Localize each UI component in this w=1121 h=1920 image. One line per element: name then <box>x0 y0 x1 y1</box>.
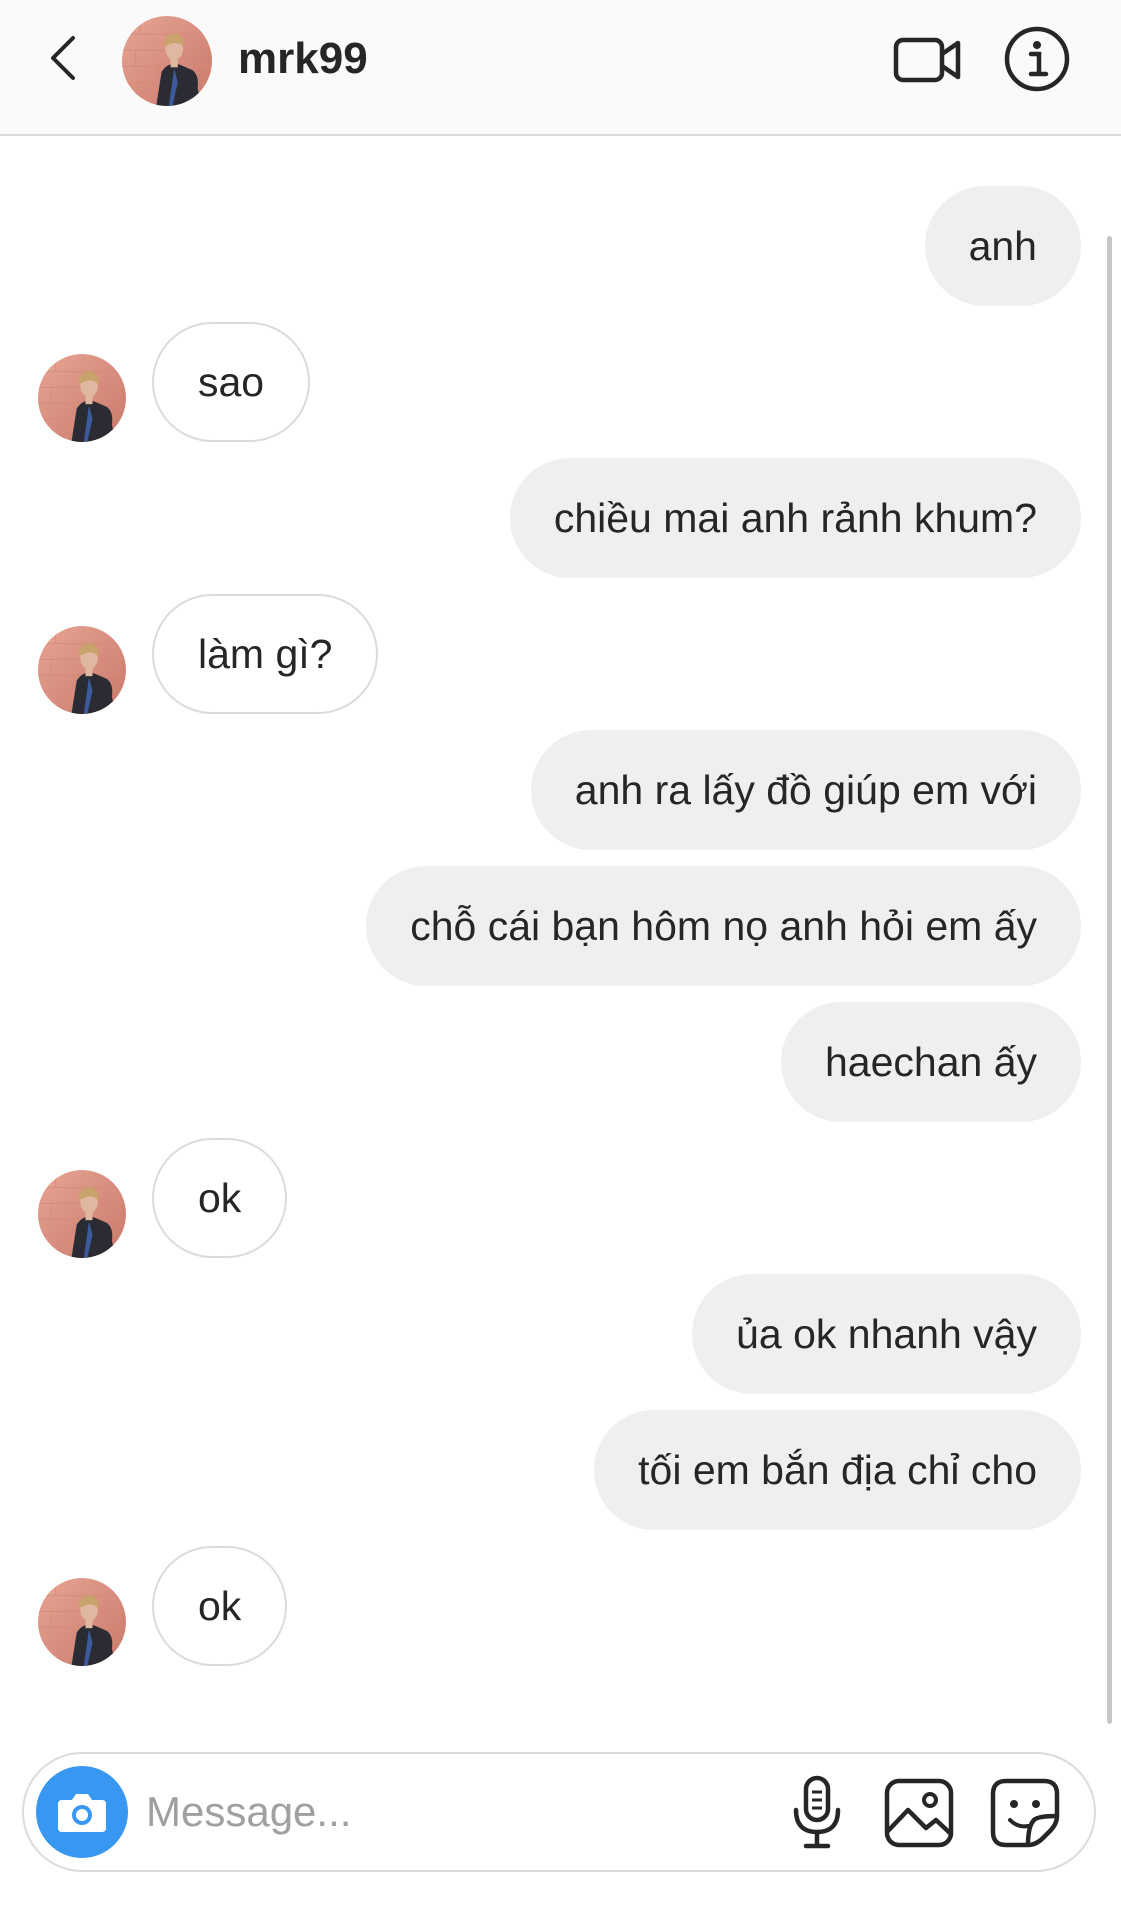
incoming-message[interactable]: sao <box>152 322 311 442</box>
back-button[interactable] <box>40 28 84 88</box>
incoming-message[interactable]: ok <box>152 1546 288 1666</box>
gallery-button[interactable] <box>882 1776 956 1850</box>
outgoing-message[interactable]: chỗ cái bạn hôm nọ anh hỏi em ấy <box>366 866 1081 986</box>
outgoing-message[interactable]: tối em bắn địa chỉ cho <box>594 1410 1081 1530</box>
outgoing-message[interactable]: haechan ấy <box>780 1002 1081 1122</box>
message-input[interactable] <box>146 1776 646 1848</box>
header-avatar[interactable] <box>122 16 212 106</box>
sticker-icon <box>990 1778 1060 1848</box>
sender-avatar[interactable] <box>38 626 126 714</box>
sender-avatar[interactable] <box>38 1170 126 1258</box>
chevron-left-icon <box>51 36 75 80</box>
outgoing-message[interactable]: ủa ok nhanh vậy <box>692 1274 1081 1394</box>
outgoing-message[interactable]: chiều mai anh rảnh khum? <box>509 458 1081 578</box>
incoming-message[interactable]: ok <box>152 1138 288 1258</box>
voice-message-button[interactable] <box>782 1774 852 1852</box>
chat-header: mrk99 <box>0 0 1121 136</box>
camera-button[interactable] <box>36 1766 128 1858</box>
video-camera-icon <box>893 37 961 83</box>
microphone-icon <box>793 1775 841 1849</box>
sender-avatar[interactable] <box>38 354 126 442</box>
outgoing-message[interactable]: anh <box>924 186 1081 306</box>
incoming-message[interactable]: làm gì? <box>152 594 379 714</box>
scrollbar[interactable] <box>1107 236 1112 1724</box>
outgoing-message[interactable]: anh ra lấy đồ giúp em với <box>530 730 1081 850</box>
camera-icon <box>58 1794 106 1832</box>
info-button[interactable] <box>1002 24 1072 94</box>
image-icon <box>884 1778 954 1848</box>
message-composer <box>22 1752 1096 1872</box>
sender-avatar[interactable] <box>38 1578 126 1666</box>
sticker-button[interactable] <box>988 1776 1062 1850</box>
video-call-button[interactable] <box>892 30 964 90</box>
chat-username[interactable]: mrk99 <box>238 30 368 88</box>
info-icon <box>1004 26 1070 92</box>
